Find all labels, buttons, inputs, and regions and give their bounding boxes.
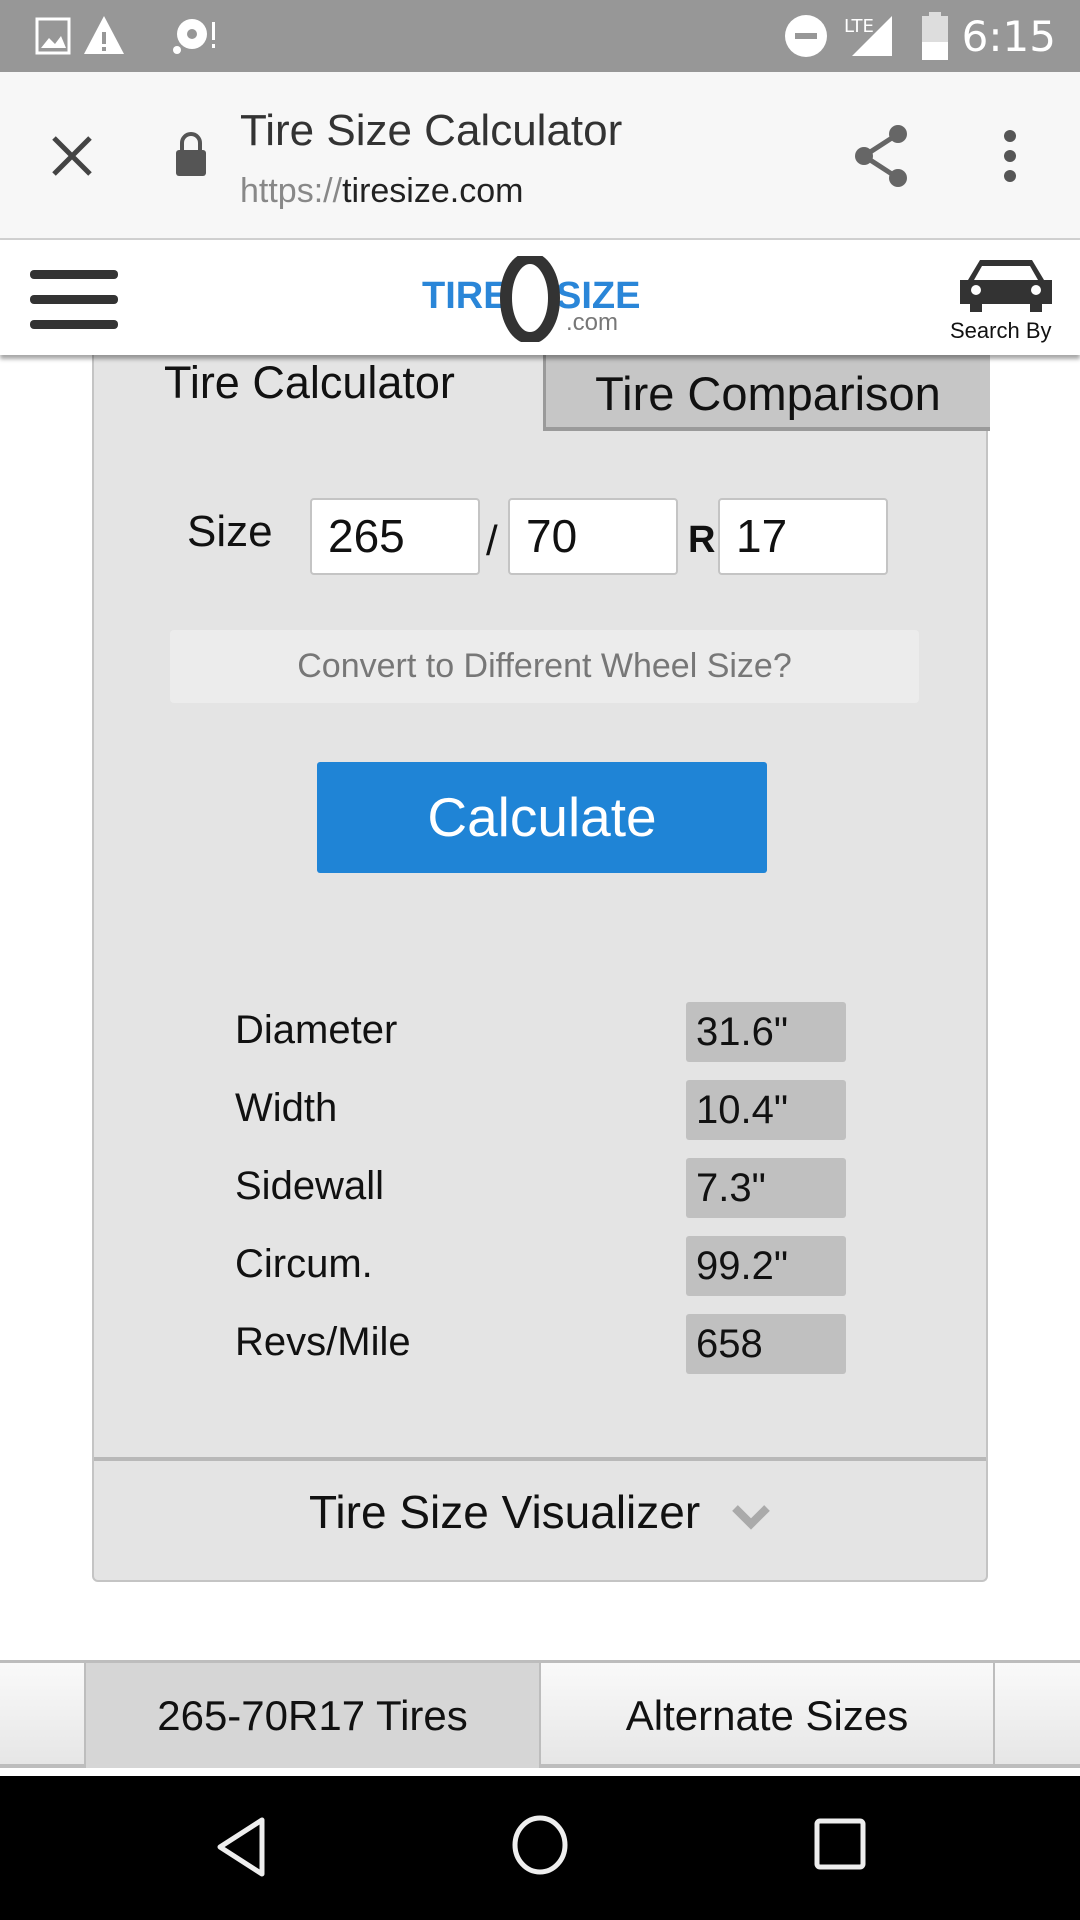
calculate-button[interactable]: Calculate	[317, 762, 767, 873]
result-label-diameter: Diameter	[235, 1008, 398, 1052]
divider	[94, 1457, 986, 1461]
system-nav-bar	[0, 1776, 1080, 1920]
result-value-width: 10.4"	[686, 1080, 846, 1140]
tire-size-visualizer-toggle[interactable]: Tire Size Visualizer	[94, 1485, 986, 1539]
url-scheme: https://	[240, 172, 343, 210]
result-value-sidewall: 7.3"	[686, 1158, 846, 1218]
signal-icon: LTE	[844, 16, 892, 56]
result-value-circumference: 99.2"	[686, 1236, 846, 1296]
result-value-revs-per-mile: 658	[686, 1314, 846, 1374]
width-input[interactable]: 265	[310, 498, 480, 575]
warning-icon	[84, 16, 124, 54]
result-label-revs-per-mile: Revs/Mile	[235, 1320, 411, 1364]
back-icon[interactable]	[214, 1816, 270, 1878]
share-icon[interactable]	[852, 124, 912, 188]
status-bar: LTE 6:15	[0, 0, 1080, 72]
recents-icon[interactable]	[812, 1816, 868, 1872]
close-icon[interactable]	[50, 134, 94, 178]
svg-text:.com: .com	[566, 309, 618, 336]
tab-size-tires[interactable]: 265-70R17 Tires	[84, 1663, 539, 1768]
lock-icon[interactable]	[174, 130, 208, 178]
result-value-diameter: 31.6"	[686, 1002, 846, 1062]
tiresize-logo[interactable]: TIRE SIZE .com	[420, 256, 660, 342]
calculator-card: Tire Calculator Tire Comparison Size 265…	[92, 355, 990, 1582]
site-header: TIRE SIZE .com Search By	[0, 240, 1080, 355]
more-options-icon[interactable]	[998, 128, 1022, 184]
page-url[interactable]: https://tiresize.com	[240, 172, 523, 211]
visualizer-label: Tire Size Visualizer	[309, 1486, 701, 1538]
search-by-label[interactable]: Search By	[950, 318, 1052, 344]
chevron-down-icon	[732, 1505, 770, 1530]
hamburger-menu-icon[interactable]	[30, 270, 118, 330]
result-label-sidewall: Sidewall	[235, 1164, 384, 1208]
battery-icon	[922, 12, 948, 60]
rim-diameter-input[interactable]: 17	[718, 498, 888, 575]
network-type: LTE	[844, 16, 874, 37]
url-host: tiresize.com	[342, 172, 524, 210]
result-label-width: Width	[235, 1086, 338, 1130]
construction-label: R	[688, 519, 716, 561]
aspect-ratio-input[interactable]: 70	[508, 498, 678, 575]
bottom-tab-bar: 265-70R17 Tires Alternate Sizes	[0, 1660, 1080, 1768]
page-title: Tire Size Calculator	[240, 106, 623, 155]
sync-alert-icon	[173, 19, 215, 54]
tab-tire-comparison[interactable]: Tire Comparison	[543, 355, 990, 431]
size-label: Size	[187, 507, 273, 556]
tab-tire-calculator[interactable]: Tire Calculator	[164, 357, 455, 409]
slash-separator: /	[486, 517, 498, 564]
do-not-disturb-icon	[785, 15, 827, 57]
result-label-circumference: Circum.	[235, 1242, 373, 1286]
clock: 6:15	[961, 12, 1056, 61]
car-icon[interactable]	[956, 254, 1056, 314]
home-icon[interactable]	[510, 1814, 570, 1876]
browser-toolbar: Tire Size Calculator https://tiresize.co…	[0, 72, 1080, 240]
tab-alternate-sizes[interactable]: Alternate Sizes	[539, 1663, 995, 1768]
svg-text:TIRE: TIRE	[422, 275, 509, 317]
image-icon	[35, 17, 71, 55]
convert-wheel-size-button[interactable]: Convert to Different Wheel Size?	[170, 630, 919, 703]
